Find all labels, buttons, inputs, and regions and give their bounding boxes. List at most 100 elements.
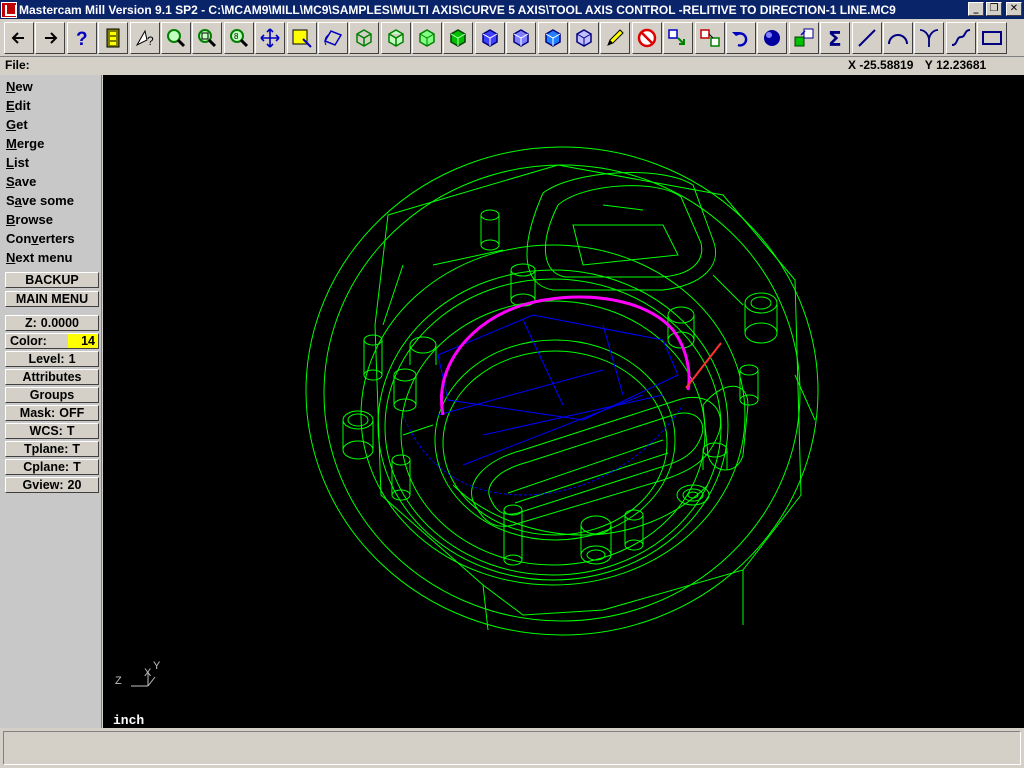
sigma-button[interactable]: Σ — [820, 22, 851, 54]
title-bar[interactable]: Mastercam Mill Version 9.1 SP2 - C:\MCAM… — [0, 0, 1024, 19]
menu-item[interactable]: New — [0, 77, 101, 96]
undo-button[interactable] — [725, 22, 756, 54]
attributes-button[interactable]: Attributes — [5, 369, 99, 385]
forward-arrow-icon — [45, 32, 58, 44]
pan-icon — [260, 28, 280, 48]
tplane-label: Tplane: — [23, 442, 69, 456]
wcs-param[interactable]: WCS: T — [5, 423, 99, 439]
units-label: inch — [113, 713, 145, 728]
menu-item-hotkey: E — [6, 98, 15, 113]
menu-item[interactable]: Save — [0, 172, 101, 191]
menu-item-hotkey: v — [31, 231, 39, 246]
unzoom-button[interactable] — [192, 22, 223, 54]
shaded-cube-1-icon — [482, 29, 498, 47]
wire-cube-4-icon — [450, 29, 467, 47]
back-arrow-icon — [11, 32, 24, 44]
z-value: 0.0000 — [40, 316, 80, 330]
sphere-icon — [764, 30, 781, 46]
wire-cube-2-icon — [387, 29, 404, 47]
cplane-value: T — [73, 460, 81, 474]
prompt-area[interactable] — [3, 731, 1021, 765]
y-value: 12.23681 — [936, 58, 987, 72]
backup-button[interactable]: BACKUP — [5, 272, 99, 288]
rectangle-icon — [982, 31, 1003, 45]
transform-button[interactable] — [788, 22, 819, 54]
zoom-fit-button[interactable]: 8 — [223, 22, 254, 54]
main-menu-button[interactable]: MAIN MENU — [5, 291, 99, 307]
construction-lines — [402, 314, 684, 496]
settings-button[interactable] — [98, 22, 129, 54]
menu-item[interactable]: Edit — [0, 96, 101, 115]
forward-button[interactable] — [35, 22, 66, 54]
axis-x-label: X — [144, 667, 152, 679]
line-button[interactable] — [851, 22, 882, 54]
fillet-button[interactable] — [914, 22, 945, 54]
gview-value: 20 — [67, 478, 82, 492]
wireframe-front-button[interactable] — [412, 22, 443, 54]
tool-2-button[interactable] — [694, 22, 725, 54]
line-icon — [857, 29, 876, 47]
wireframe-iso-button[interactable] — [349, 22, 380, 54]
spline-button[interactable] — [945, 22, 976, 54]
cplane-label: Cplane: — [23, 460, 70, 474]
shaded-iso-button[interactable] — [474, 22, 505, 54]
arc-button[interactable] — [882, 22, 913, 54]
rotate-icon — [323, 30, 343, 46]
menu-item[interactable]: Save some — [0, 191, 101, 210]
cursor-coordinates: X -25.58819 Y 12.23681 — [848, 58, 994, 72]
mask-param[interactable]: Mask: OFF — [5, 405, 99, 421]
menu-item[interactable]: Get — [0, 115, 101, 134]
groups-label: Groups — [29, 388, 75, 402]
mastercam-window: Mastercam Mill Version 9.1 SP2 - C:\MCAM… — [0, 0, 1024, 768]
pencil-button[interactable] — [600, 22, 631, 54]
tool-1-button[interactable] — [663, 22, 694, 54]
pan-button[interactable] — [255, 22, 286, 54]
zoom-button[interactable] — [160, 22, 191, 54]
menu-item-label: ve some — [21, 193, 74, 208]
color-param[interactable]: Color: 14 — [5, 333, 99, 349]
menu-item-hotkey: G — [6, 117, 17, 132]
restore-button[interactable]: ❐ — [986, 2, 1002, 16]
wcs-value: T — [66, 424, 75, 438]
tplane-param[interactable]: Tplane: T — [5, 441, 99, 457]
menu-item[interactable]: Browse — [0, 210, 101, 229]
menu-item-hotkey: S — [6, 174, 15, 189]
z-depth-param[interactable]: Z: 0.0000 — [5, 315, 99, 331]
attributes-label: Attributes — [22, 370, 82, 384]
zoom-fit-icon: 8 — [229, 29, 248, 48]
help-icon: ? — [76, 29, 88, 49]
shaded-side-button[interactable] — [569, 22, 600, 54]
mastercam-app-icon[interactable] — [1, 1, 17, 18]
shaded-front-button[interactable] — [537, 22, 568, 54]
wireframe-top-button[interactable] — [380, 22, 411, 54]
back-button[interactable] — [4, 22, 34, 54]
menu-item[interactable]: List — [0, 153, 101, 172]
rotate-button[interactable] — [317, 22, 348, 54]
no-entry-button[interactable] — [631, 22, 662, 54]
menu-item[interactable]: Merge — [0, 134, 101, 153]
x-label: X — [848, 58, 857, 72]
file-label: File: — [5, 58, 30, 72]
groups-button[interactable]: Groups — [5, 387, 99, 403]
menu-item-label: S — [6, 193, 15, 208]
shaded-top-button[interactable] — [506, 22, 537, 54]
rectangle-button[interactable] — [977, 22, 1008, 54]
level-param[interactable]: Level: 1 — [5, 351, 99, 367]
menu-item[interactable]: Next menu — [0, 248, 101, 267]
gview-param[interactable]: Gview: 20 — [5, 477, 99, 493]
shaded-cube-2-icon — [513, 29, 529, 47]
wireframe-side-button[interactable] — [443, 22, 474, 54]
transform-icon — [794, 28, 814, 47]
help-button[interactable]: ? — [66, 22, 97, 54]
cplane-param[interactable]: Cplane: T — [5, 459, 99, 475]
gview-button[interactable] — [286, 22, 317, 54]
minimize-button[interactable]: _ — [968, 2, 984, 16]
svg-text:?: ? — [76, 29, 88, 49]
pencil-icon — [607, 29, 625, 46]
menu-item[interactable]: Converters — [0, 229, 101, 248]
analyze-button[interactable]: ? — [129, 22, 160, 54]
menu-item-label: erters — [38, 231, 75, 246]
sphere-button[interactable] — [757, 22, 788, 54]
graphics-viewport[interactable]: Z X Y inch — [103, 75, 1024, 728]
close-button[interactable]: ✕ — [1006, 2, 1022, 16]
